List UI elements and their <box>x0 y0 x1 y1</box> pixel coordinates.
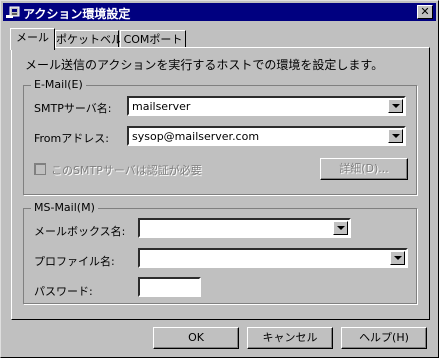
tab-com-port-label: COMポート <box>123 33 183 46</box>
mailbox-name-combobox[interactable] <box>138 218 351 238</box>
details-button[interactable]: 詳細(D)... <box>320 158 408 180</box>
smtp-server-label: SMTPサーバ名: <box>34 102 112 115</box>
close-button[interactable]: ✕ <box>417 5 433 19</box>
ok-button-label: OK <box>188 331 204 344</box>
chevron-down-icon <box>392 134 400 138</box>
password-label: パスワード: <box>34 285 93 298</box>
mailbox-dropdown-button[interactable] <box>333 221 348 235</box>
password-input[interactable] <box>138 277 201 297</box>
mailbox-name-label: メールボックス名: <box>34 225 126 238</box>
smtp-server-value: mailserver <box>132 100 191 113</box>
auth-required-checkbox[interactable] <box>34 163 46 175</box>
profile-name-combobox[interactable] <box>138 248 408 268</box>
from-dropdown-button[interactable] <box>388 129 403 143</box>
help-button[interactable]: ヘルプ(H) <box>341 327 427 349</box>
title-bar[interactable]: アクション環境設定 ✕ <box>3 3 436 21</box>
chevron-down-icon <box>337 226 345 230</box>
smtp-server-combobox[interactable]: mailserver <box>127 96 406 116</box>
from-address-label: Fromアドレス: <box>34 132 109 145</box>
msmail-group-legend: MS-Mail(M) <box>31 201 98 214</box>
chevron-down-icon <box>392 104 400 108</box>
email-group-legend: E-Mail(E) <box>31 78 86 91</box>
help-button-label: ヘルプ(H) <box>359 331 409 344</box>
app-icon <box>6 5 20 19</box>
tab-mail-label: メール <box>16 31 49 44</box>
tab-pager-label: ポケットベル <box>56 33 122 46</box>
cancel-button[interactable]: キャンセル <box>247 327 333 349</box>
cancel-button-label: キャンセル <box>262 331 318 344</box>
profile-dropdown-button[interactable] <box>390 251 405 265</box>
window-title: アクション環境設定 <box>23 7 131 21</box>
auth-required-label: このSMTPサーバは認証が必要 <box>51 164 202 177</box>
profile-name-label: プロファイル名: <box>34 255 115 268</box>
smtp-dropdown-button[interactable] <box>388 99 403 113</box>
chevron-down-icon <box>394 256 402 260</box>
close-icon: ✕ <box>420 5 430 18</box>
description-text: メール送信のアクションを実行するホストでの環境を設定します。 <box>25 58 384 72</box>
ok-button[interactable]: OK <box>153 327 239 349</box>
from-address-combobox[interactable]: sysop@mailserver.com <box>127 126 406 146</box>
from-address-value: sysop@mailserver.com <box>132 130 260 143</box>
tab-mail[interactable]: メール <box>10 28 55 50</box>
details-button-label: 詳細(D)... <box>339 162 389 175</box>
dialog-window: アクション環境設定 ✕ メール ポケットベル COMポート メール送信のアクショ… <box>0 0 439 358</box>
